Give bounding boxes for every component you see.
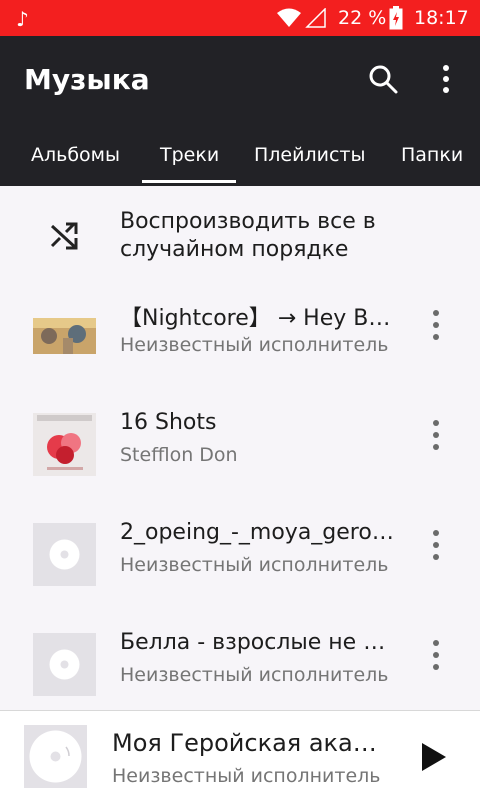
track-artist: Stefflon Don: [120, 444, 238, 466]
default-album-art-icon: [33, 523, 96, 586]
track-artist: Неизвестный исполнитель: [120, 334, 389, 356]
default-album-art-icon: [33, 633, 96, 696]
search-icon[interactable]: [366, 62, 400, 96]
app-bar: Музыка Альбомы Треки Плейлисты Папки: [0, 36, 480, 186]
now-playing-artist: Неизвестный исполнитель: [112, 765, 381, 787]
track-title: Белла - взрослые не верят: [120, 630, 398, 655]
wifi-icon: [277, 8, 301, 27]
play-icon[interactable]: [420, 741, 448, 773]
clock: 18:17: [414, 7, 469, 29]
track-title: 2_opeing_-_moya_gerojskaya: [120, 520, 398, 545]
shuffle-label: Воспроизводить все в случайном порядке: [120, 209, 376, 262]
track-row[interactable]: 16 Shots Stefflon Don: [0, 398, 480, 508]
track-title: 【Nightcore】 → Hey Brother: [120, 306, 398, 331]
tab-albums[interactable]: Альбомы: [31, 144, 120, 166]
music-note-icon: ♪: [16, 7, 29, 31]
tab-playlists[interactable]: Плейлисты: [254, 144, 365, 166]
tab-tracks[interactable]: Треки: [160, 144, 219, 166]
tab-folders[interactable]: Папки: [401, 144, 463, 166]
more-vert-icon[interactable]: [426, 638, 446, 672]
now-playing-art: [24, 725, 87, 788]
album-art: [33, 318, 96, 354]
shuffle-all-row[interactable]: Воспроизводить все в случайном порядке: [0, 186, 480, 286]
more-vert-icon[interactable]: [426, 418, 446, 452]
more-vert-icon[interactable]: [426, 308, 446, 342]
status-bar: ♪ 22 % 18:17: [0, 0, 480, 36]
track-row[interactable]: 2_opeing_-_moya_gerojskaya Неизвестный и…: [0, 508, 480, 618]
track-artist: Неизвестный исполнитель: [120, 554, 389, 576]
album-art: [33, 413, 96, 476]
now-playing-title: Моя Геройская академия: [112, 729, 392, 757]
now-playing-bar[interactable]: Моя Геройская академия Неизвестный испол…: [0, 710, 480, 801]
tab-bar: Альбомы Треки Плейлисты Папки: [0, 132, 480, 186]
page-title: Музыка: [24, 63, 150, 96]
more-vert-icon[interactable]: [426, 528, 446, 562]
track-title: 16 Shots: [120, 410, 217, 435]
shuffle-icon: [50, 222, 78, 250]
battery-charging-icon: [389, 6, 403, 30]
track-artist: Неизвестный исполнитель: [120, 664, 389, 686]
tab-indicator: [142, 180, 236, 183]
track-row[interactable]: 【Nightcore】 → Hey Brother Неизвестный ис…: [0, 288, 480, 398]
more-vert-icon[interactable]: [434, 62, 458, 96]
signal-icon: [305, 8, 326, 28]
battery-percent: 22 %: [338, 7, 387, 29]
